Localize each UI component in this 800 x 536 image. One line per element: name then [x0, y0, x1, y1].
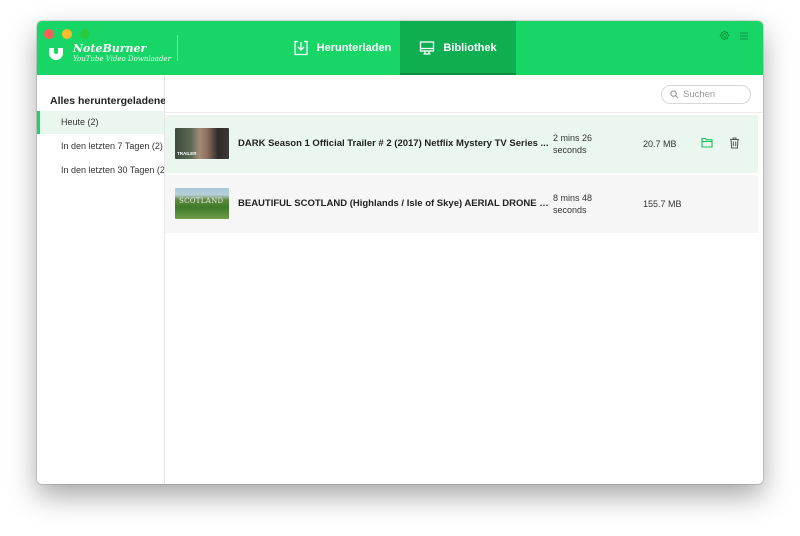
- thumbnail-text: SCOTLAND: [179, 197, 224, 205]
- monitor-icon: [419, 40, 435, 56]
- app-subtitle: YouTube Video Downloader: [73, 55, 171, 63]
- title-bar: NoteBurner YouTube Video Downloader Heru…: [37, 21, 763, 75]
- sidebar-header[interactable]: Alles heruntergeladene (2): [50, 95, 165, 107]
- sidebar-item-7-tagen[interactable]: In den letzten 7 Tagen (2): [37, 135, 164, 158]
- search-box[interactable]: [661, 85, 751, 104]
- download-icon: [293, 40, 309, 56]
- app-logo: NoteBurner YouTube Video Downloader: [47, 43, 171, 63]
- thumbnail-badge: TRAILER: [177, 150, 197, 156]
- video-size: 20.7 MB: [643, 139, 677, 149]
- header-divider: [177, 35, 178, 61]
- library-toolbar: [165, 75, 763, 113]
- menu-icon[interactable]: [739, 28, 749, 46]
- noteburner-logo-icon: [47, 45, 65, 61]
- settings-gear-icon[interactable]: [719, 28, 730, 46]
- sidebar: Alles heruntergeladene (2) Heute (2) In …: [37, 75, 165, 484]
- video-duration: 2 mins 26 seconds: [553, 133, 593, 155]
- minimize-window-button[interactable]: [62, 29, 72, 39]
- video-thumbnail: SCOTLAND: [175, 188, 229, 219]
- tab-herunterladen[interactable]: Herunterladen: [284, 21, 400, 75]
- app-name: NoteBurner: [73, 42, 147, 55]
- search-input[interactable]: [683, 89, 747, 100]
- sidebar-item-heute[interactable]: Heute (2): [37, 111, 164, 134]
- video-size: 155.7 MB: [643, 199, 682, 209]
- open-folder-icon[interactable]: [701, 137, 713, 148]
- video-row[interactable]: TRAILER DARK Season 1 Official Trailer #…: [165, 115, 758, 173]
- video-duration: 8 mins 48 seconds: [553, 193, 593, 215]
- close-window-button[interactable]: [44, 29, 54, 39]
- zoom-window-button[interactable]: [80, 29, 90, 39]
- sidebar-item-30-tagen[interactable]: In den letzten 30 Tagen (2): [37, 159, 164, 182]
- delete-trash-icon[interactable]: [729, 137, 740, 149]
- video-title: DARK Season 1 Official Trailer # 2 (2017…: [238, 138, 549, 149]
- search-icon: [670, 86, 679, 104]
- video-thumbnail: TRAILER: [175, 128, 229, 159]
- tab-bibliothek-label: Bibliothek: [443, 42, 497, 54]
- video-title: BEAUTIFUL SCOTLAND (Highlands / Isle of …: [238, 198, 550, 209]
- tab-bibliothek[interactable]: Bibliothek: [400, 21, 516, 75]
- app-window: NoteBurner YouTube Video Downloader Heru…: [37, 21, 763, 484]
- video-row[interactable]: SCOTLAND BEAUTIFUL SCOTLAND (Highlands /…: [165, 175, 758, 233]
- library-panel: TRAILER DARK Season 1 Official Trailer #…: [165, 75, 763, 484]
- window-controls: [44, 29, 90, 39]
- tab-herunterladen-label: Herunterladen: [316, 42, 392, 54]
